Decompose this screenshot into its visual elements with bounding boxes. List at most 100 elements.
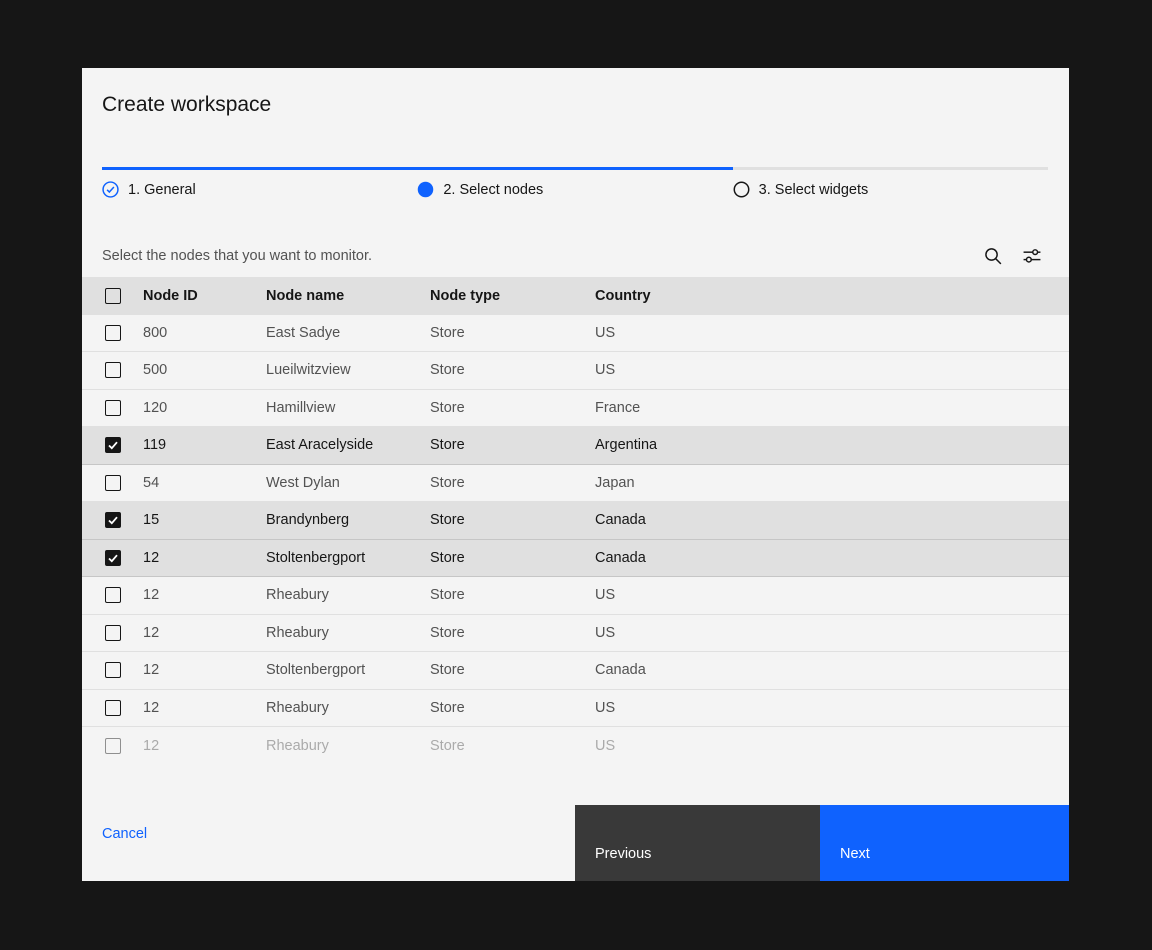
cell-node-type: Store	[430, 550, 595, 566]
row-checkbox[interactable]	[105, 587, 121, 603]
cell-node-name: East Sadye	[266, 325, 430, 341]
cell-country: Japan	[595, 475, 1069, 491]
cell-node-id: 800	[143, 325, 266, 341]
cell-country: Canada	[595, 512, 1069, 528]
table-header-row: Node ID Node name Node type Country	[82, 277, 1069, 315]
cell-country: Canada	[595, 662, 1069, 678]
cell-country: US	[595, 700, 1069, 716]
progress-segment-incomplete	[733, 167, 1048, 170]
table-row[interactable]: 12 Rheabury Store US	[82, 577, 1069, 615]
table-row[interactable]: 12 Stoltenbergport Store Canada	[82, 540, 1069, 578]
cell-node-name: Rheabury	[266, 700, 430, 716]
column-header-node-type: Node type	[430, 288, 595, 304]
row-checkbox[interactable]	[105, 400, 121, 416]
table-row[interactable]: 12 Rheabury Store US	[82, 690, 1069, 728]
current-step-dot-icon	[417, 181, 434, 198]
step-label: 2. Select nodes	[443, 182, 543, 198]
cell-node-id: 15	[143, 512, 266, 528]
table-description: Select the nodes that you want to monito…	[102, 248, 372, 264]
cell-node-name: Rheabury	[266, 625, 430, 641]
cell-node-type: Store	[430, 362, 595, 378]
cancel-button[interactable]: Cancel	[102, 826, 147, 842]
cell-country: US	[595, 325, 1069, 341]
select-all-checkbox[interactable]	[105, 288, 121, 304]
cell-node-id: 54	[143, 475, 266, 491]
row-checkbox[interactable]	[105, 625, 121, 641]
cell-node-id: 12	[143, 662, 266, 678]
cell-node-name: Rheabury	[266, 587, 430, 603]
cell-node-type: Store	[430, 512, 595, 528]
table-row[interactable]: 15 Brandynberg Store Canada	[82, 502, 1069, 540]
row-checkbox[interactable]	[105, 325, 121, 341]
table-row[interactable]: 12 Stoltenbergport Store Canada	[82, 652, 1069, 690]
row-checkbox[interactable]	[105, 512, 121, 528]
cell-node-name: Stoltenbergport	[266, 662, 430, 678]
step-label: 1. General	[128, 182, 196, 198]
cell-node-id: 500	[143, 362, 266, 378]
table-row[interactable]: 54 West Dylan Store Japan	[82, 465, 1069, 503]
cell-node-name: East Aracelyside	[266, 437, 430, 453]
cell-node-id: 12	[143, 550, 266, 566]
nodes-data-table: Node ID Node name Node type Country 800 …	[82, 277, 1069, 765]
cell-country: Canada	[595, 550, 1069, 566]
progress-track	[102, 167, 1048, 170]
column-header-node-id: Node ID	[143, 288, 266, 304]
table-row[interactable]: 12 Rheabury Store US	[82, 727, 1069, 765]
cell-country: US	[595, 362, 1069, 378]
table-row[interactable]: 119 East Aracelyside Store Argentina	[82, 427, 1069, 465]
modal-title: Create workspace	[102, 93, 271, 117]
cell-country: US	[595, 587, 1069, 603]
next-button[interactable]: Next	[820, 805, 1069, 881]
column-header-country: Country	[595, 288, 1069, 304]
cell-node-type: Store	[430, 625, 595, 641]
step-label: 3. Select widgets	[759, 182, 869, 198]
progress-indicator: 1. General 2. Select nodes 3. Select wid…	[102, 167, 1048, 198]
cell-node-type: Store	[430, 437, 595, 453]
column-header-node-name: Node name	[266, 288, 430, 304]
cell-node-type: Store	[430, 738, 595, 754]
cell-country: France	[595, 400, 1069, 416]
progress-step-general[interactable]: 1. General	[102, 181, 417, 198]
cell-country: US	[595, 625, 1069, 641]
row-checkbox[interactable]	[105, 362, 121, 378]
table-row[interactable]: 12 Rheabury Store US	[82, 615, 1069, 653]
cell-node-id: 12	[143, 587, 266, 603]
cell-node-id: 12	[143, 738, 266, 754]
cell-country: US	[595, 738, 1069, 754]
table-row[interactable]: 500 Lueilwitzview Store US	[82, 352, 1069, 390]
progress-step-select-nodes[interactable]: 2. Select nodes	[417, 181, 732, 198]
row-checkbox[interactable]	[105, 437, 121, 453]
cell-node-id: 120	[143, 400, 266, 416]
progress-segment-complete	[102, 167, 733, 170]
cell-node-type: Store	[430, 475, 595, 491]
cell-node-name: West Dylan	[266, 475, 430, 491]
search-icon[interactable]	[984, 247, 1002, 265]
table-row[interactable]: 120 Hamillview Store France	[82, 390, 1069, 428]
empty-circle-icon	[733, 181, 750, 198]
row-checkbox[interactable]	[105, 475, 121, 491]
previous-button[interactable]: Previous	[575, 805, 820, 881]
cell-node-id: 119	[143, 437, 266, 453]
modal-footer: Cancel Previous Next	[82, 805, 1069, 881]
row-checkbox[interactable]	[105, 550, 121, 566]
cell-node-name: Stoltenbergport	[266, 550, 430, 566]
row-checkbox[interactable]	[105, 738, 121, 754]
table-toolbar: Select the nodes that you want to monito…	[102, 236, 1041, 276]
cell-node-type: Store	[430, 700, 595, 716]
table-body: 800 East Sadye Store US 500 Lueilwitzvie…	[82, 315, 1069, 765]
cell-node-name: Hamillview	[266, 400, 430, 416]
settings-adjust-icon[interactable]	[1023, 247, 1041, 265]
progress-step-select-widgets[interactable]: 3. Select widgets	[733, 181, 1048, 198]
cell-node-id: 12	[143, 700, 266, 716]
cell-node-type: Store	[430, 587, 595, 603]
cell-node-id: 12	[143, 625, 266, 641]
cell-country: Argentina	[595, 437, 1069, 453]
cell-node-type: Store	[430, 325, 595, 341]
row-checkbox[interactable]	[105, 700, 121, 716]
create-workspace-modal: Create workspace 1. General 2. Select no…	[82, 68, 1069, 881]
row-checkbox[interactable]	[105, 662, 121, 678]
table-row[interactable]: 800 East Sadye Store US	[82, 315, 1069, 353]
cell-node-type: Store	[430, 400, 595, 416]
cell-node-name: Lueilwitzview	[266, 362, 430, 378]
cell-node-name: Rheabury	[266, 738, 430, 754]
